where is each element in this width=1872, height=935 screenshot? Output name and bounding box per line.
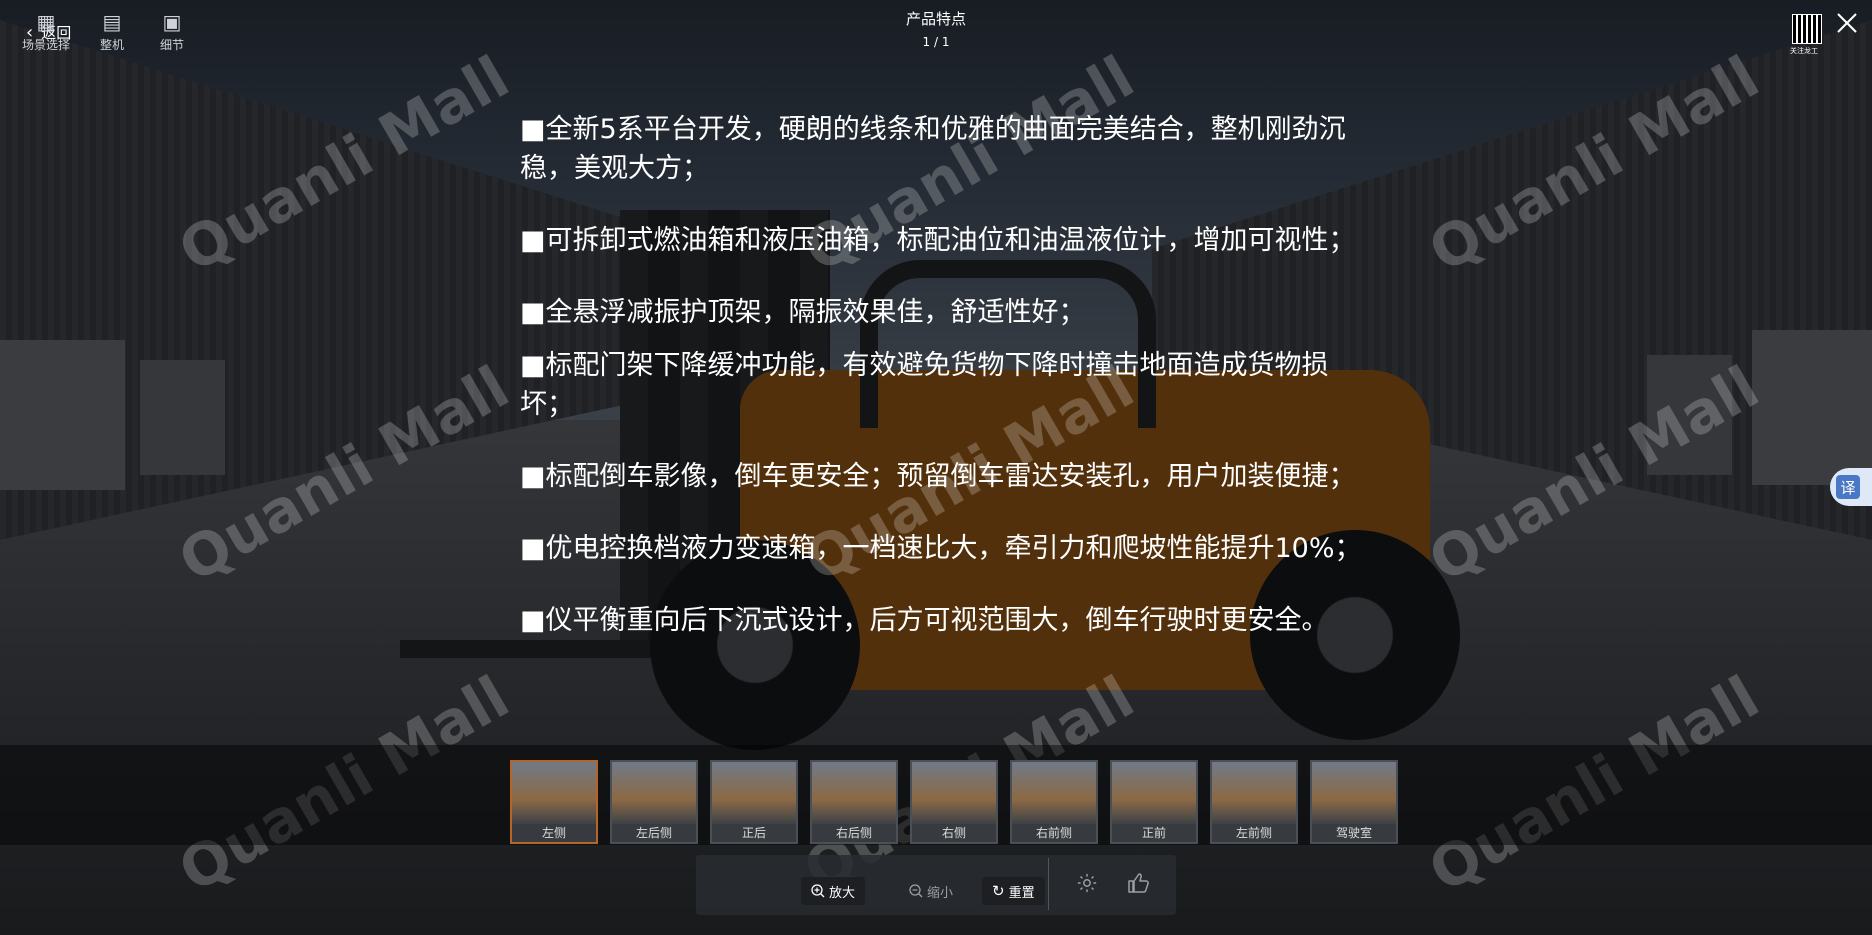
thumbnail-label: 正后 bbox=[712, 824, 796, 842]
thumbnail-image bbox=[512, 762, 596, 824]
thumbnail-4[interactable]: 右后侧 bbox=[810, 760, 898, 844]
qr-code[interactable]: 关注龙工 bbox=[1790, 14, 1822, 56]
thumbnail-image bbox=[1012, 762, 1096, 824]
thumbnail-label: 左后侧 bbox=[612, 824, 696, 842]
page-title: 产品特点 bbox=[905, 10, 966, 28]
feature-list: ■全新5系平台开发，硬朗的线条和优雅的曲面完美结合，整机刚劲沉稳，美观大方； ■… bbox=[520, 110, 1380, 640]
thumbnail-label: 左前侧 bbox=[1212, 824, 1296, 842]
feature-item: ■全悬浮减振护顶架，隔振效果佳，舒适性好； bbox=[520, 297, 1086, 328]
thumbnail-label: 右前侧 bbox=[1012, 824, 1096, 842]
tool-label-2: 整机 bbox=[100, 38, 125, 52]
feature-item: ■标配倒车影像，倒车更安全；预留倒车雷达安装孔，用户加装便捷； bbox=[520, 461, 1356, 492]
thumbnail-label: 驾驶室 bbox=[1312, 824, 1396, 842]
thumbnail-label: 右侧 bbox=[912, 824, 996, 842]
thumbnail-image bbox=[1112, 762, 1196, 824]
qr-code-icon bbox=[1792, 14, 1822, 44]
thumbnail-label: 左侧 bbox=[512, 824, 596, 842]
feature-item: ■可拆卸式燃油箱和液压油箱，标配油位和油温液位计，增加可视性； bbox=[520, 225, 1356, 256]
zoom-out-icon bbox=[909, 884, 923, 898]
thumbnail-1[interactable]: 左侧 bbox=[510, 760, 598, 844]
translate-icon: 译 bbox=[1836, 475, 1860, 499]
zoom-in-button[interactable]: 放大 bbox=[801, 877, 866, 905]
thumbnail-3[interactable]: 正后 bbox=[710, 760, 798, 844]
reset-button[interactable]: ↻ 重置 bbox=[982, 877, 1045, 905]
page-indicator: 1 / 1 bbox=[922, 35, 950, 49]
thumbnail-image bbox=[612, 762, 696, 824]
thumbnail-image bbox=[812, 762, 896, 824]
thumbnail-image bbox=[1212, 762, 1296, 824]
scene-select-button[interactable]: ▦ 场景选择 bbox=[22, 10, 70, 53]
title-block: 产品特点 1 / 1 bbox=[0, 8, 1872, 49]
thumbnail-5[interactable]: 右侧 bbox=[910, 760, 998, 844]
zoom-out-label: 缩小 bbox=[927, 885, 954, 901]
document-icon: ▤ bbox=[102, 10, 122, 34]
tool-button-3[interactable]: ▣ 细节 bbox=[160, 10, 184, 53]
thumbnail-label: 右后侧 bbox=[812, 824, 896, 842]
feature-item: ■仪平衡重向后下沉式设计，后方可视范围大，倒车行驶时更安全。 bbox=[520, 605, 1329, 636]
tool-label-3: 细节 bbox=[160, 38, 185, 52]
translate-button[interactable]: 译 bbox=[1830, 468, 1872, 506]
thumbnail-image bbox=[912, 762, 996, 824]
thumbnail-9[interactable]: 驾驶室 bbox=[1310, 760, 1398, 844]
zoom-out-button[interactable]: 缩小 bbox=[899, 877, 963, 905]
image-icon: ▣ bbox=[162, 10, 182, 34]
qr-label: 关注龙工 bbox=[1790, 47, 1818, 55]
close-icon[interactable] bbox=[1834, 10, 1860, 36]
toolbar-divider bbox=[1048, 858, 1049, 910]
thumbnail-2[interactable]: 左后侧 bbox=[610, 760, 698, 844]
scene-select-label: 场景选择 bbox=[22, 38, 71, 52]
thumbnail-6[interactable]: 右前侧 bbox=[1010, 760, 1098, 844]
zoom-in-icon bbox=[811, 884, 825, 898]
feature-item: ■标配门架下降缓冲功能，有效避免货物下降时撞击地面造成货物损坏； bbox=[520, 350, 1329, 420]
thumbnail-label: 正前 bbox=[1112, 824, 1196, 842]
tool-button-2[interactable]: ▤ 整机 bbox=[100, 10, 124, 53]
grid-icon: ▦ bbox=[36, 10, 56, 34]
thumbnail-7[interactable]: 正前 bbox=[1110, 760, 1198, 844]
thumbnail-8[interactable]: 左前侧 bbox=[1210, 760, 1298, 844]
feature-item: ■全新5系平台开发，硬朗的线条和优雅的曲面完美结合，整机刚劲沉稳，美观大方； bbox=[520, 114, 1346, 184]
feature-item: ■优电控换档液力变速箱，一档速比大，牵引力和爬坡性能提升10%； bbox=[520, 533, 1362, 564]
zoom-in-label: 放大 bbox=[829, 885, 856, 901]
thumbnail-image bbox=[712, 762, 796, 824]
thumbnail-image bbox=[1312, 762, 1396, 824]
thumbs-up-icon[interactable] bbox=[1127, 872, 1151, 894]
thumbnail-strip: 左侧 左后侧 正后 右后侧 右侧 右前侧 正前 左前侧 驾驶室 bbox=[510, 760, 1398, 844]
reset-icon: ↻ bbox=[992, 882, 1005, 900]
reset-label: 重置 bbox=[1008, 885, 1035, 901]
gear-icon[interactable] bbox=[1076, 872, 1098, 894]
